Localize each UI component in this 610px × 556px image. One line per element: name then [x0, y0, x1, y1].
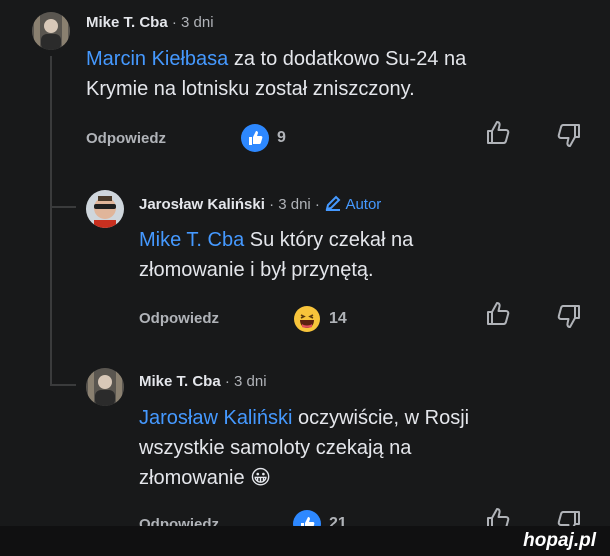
reply-button[interactable]: Odpowiedz — [86, 130, 166, 147]
like-button-icon[interactable] — [482, 118, 512, 148]
thread-line-branch-2 — [50, 384, 76, 386]
mention-link[interactable]: Mike T. Cba — [139, 229, 244, 251]
reaction-summary[interactable]: 14 — [293, 305, 347, 333]
watermark-logo: hopaj.pl — [523, 530, 596, 551]
comment-text: Mike T. Cba Su który czekał na złomowani… — [139, 229, 414, 281]
reaction-count: 9 — [277, 129, 286, 146]
author-name[interactable]: Jarosław Kaliński · 3 dni · Autor — [139, 194, 381, 213]
watermark-bar — [0, 526, 610, 556]
like-button-icon[interactable] — [482, 299, 512, 329]
reply-button[interactable]: Odpowiedz — [139, 310, 219, 327]
avatar[interactable] — [86, 190, 124, 228]
author-name[interactable]: Mike T. Cba · 3 dni — [86, 14, 214, 31]
thread-line-branch — [50, 206, 76, 208]
timestamp[interactable]: · 3 dni — [225, 373, 267, 390]
comment-text: Marcin Kiełbasa za to dodatkowo Su-24 na… — [86, 48, 467, 100]
mention-link[interactable]: Jarosław Kaliński — [139, 407, 292, 429]
author-name[interactable]: Mike T. Cba · 3 dni — [139, 373, 267, 390]
timestamp[interactable]: · 3 dni · — [269, 196, 320, 213]
laugh-emoji-icon — [294, 306, 320, 332]
thread-line-2 — [50, 206, 52, 384]
author-badge: Autor — [324, 195, 381, 213]
thread-line — [50, 56, 52, 206]
avatar[interactable] — [32, 12, 70, 50]
reaction-count: 14 — [329, 310, 347, 327]
timestamp[interactable]: · 3 dni — [172, 14, 214, 31]
like-icon — [241, 124, 269, 152]
dislike-button-icon[interactable] — [555, 301, 585, 331]
dislike-button-icon[interactable] — [555, 120, 585, 150]
mention-link[interactable]: Marcin Kiełbasa — [86, 48, 228, 70]
reaction-summary[interactable]: 9 — [241, 124, 286, 152]
avatar[interactable] — [86, 368, 124, 406]
pencil-icon — [325, 195, 341, 211]
comment-text: Jarosław Kaliński oczywiście, w Rosji ws… — [139, 407, 470, 489]
